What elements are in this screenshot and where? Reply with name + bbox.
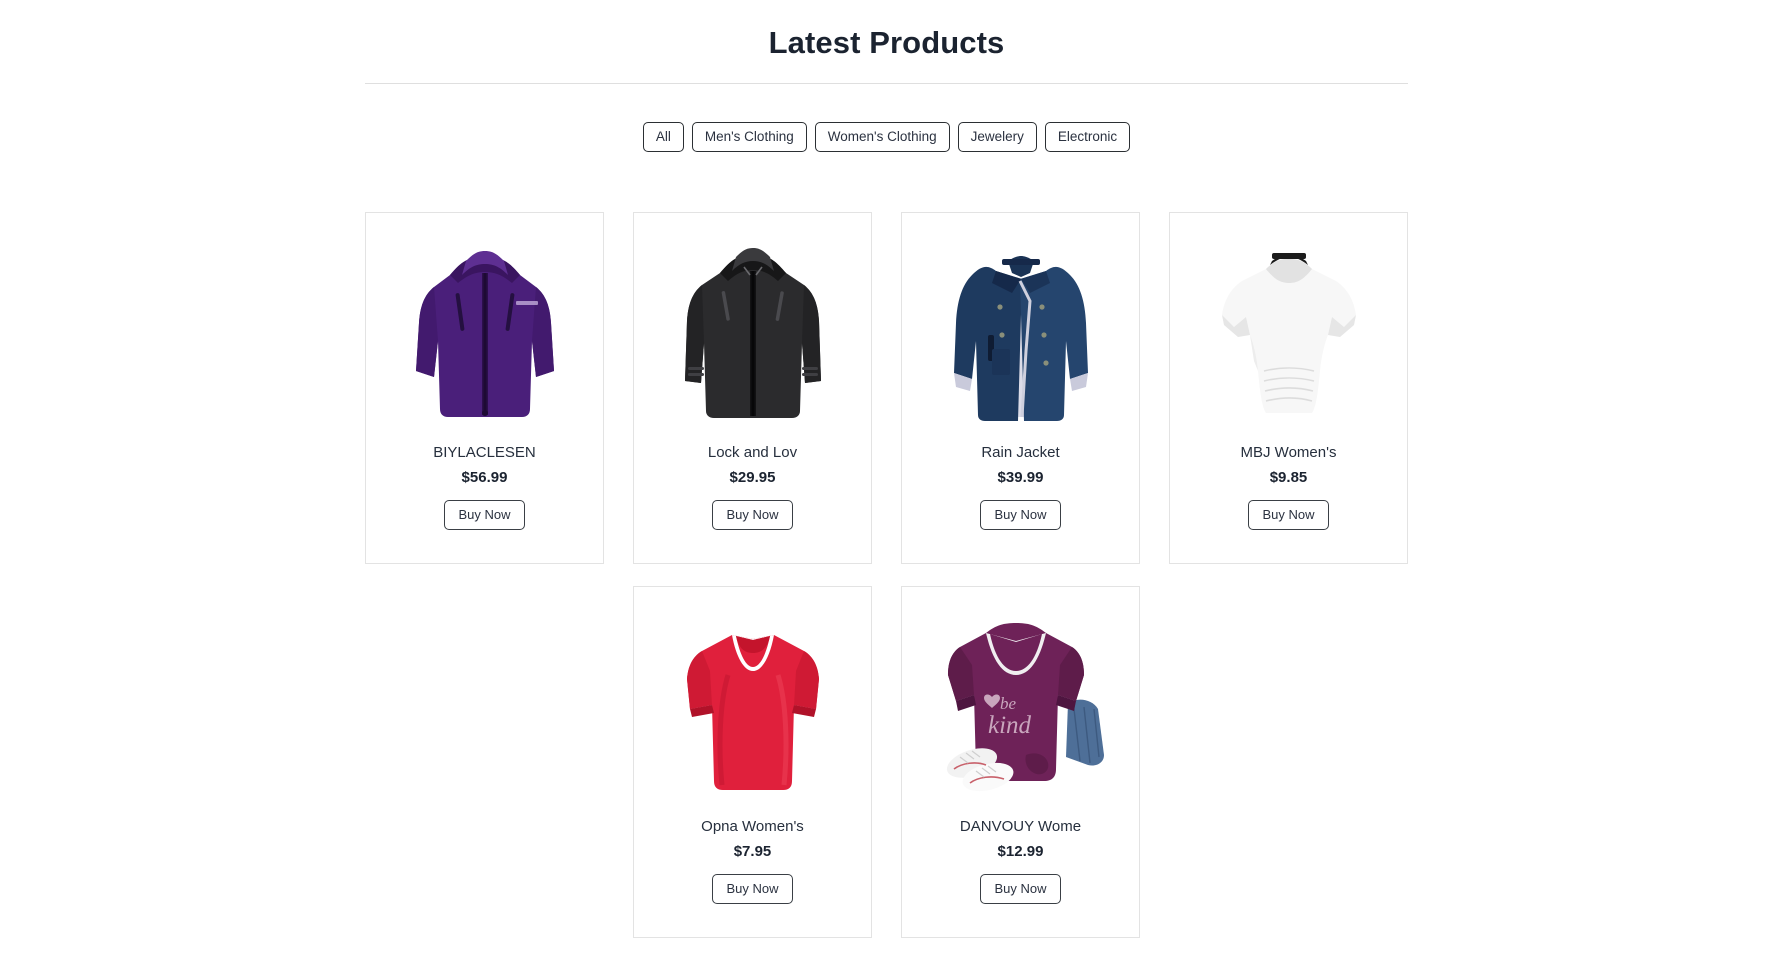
buy-now-button[interactable]: Buy Now xyxy=(1248,499,1329,530)
product-grid: BIYLACLESEN $56.99 Buy Now Lock and Lov … xyxy=(365,212,1408,939)
svg-text:kind: kind xyxy=(988,712,1032,739)
product-title: Lock and Lov xyxy=(707,444,798,462)
buy-now-button[interactable]: Buy Now xyxy=(712,499,793,530)
product-card[interactable]: Lock and Lov $29.95 Buy Now xyxy=(633,212,872,565)
page-title: Latest Products xyxy=(768,25,1005,60)
product-image-black-leather-jacket xyxy=(658,231,848,431)
product-image-red-vneck-tshirt xyxy=(658,605,848,805)
product-title: Rain Jacket xyxy=(981,444,1060,462)
svg-text:be: be xyxy=(1000,694,1017,713)
product-card[interactable]: Opna Women's $7.95 Buy Now xyxy=(633,586,872,939)
product-image-navy-open-jacket xyxy=(926,231,1116,431)
filter-all[interactable]: All xyxy=(642,121,684,153)
product-price: $9.85 xyxy=(1269,468,1308,486)
filter-mens-clothing[interactable]: Men's Clothing xyxy=(691,121,807,153)
product-card[interactable]: be kind DANVOUY Wome $12.99 Buy Now xyxy=(901,586,1140,939)
filter-electronic[interactable]: Electronic xyxy=(1044,121,1131,153)
product-image-purple-hooded-jacket xyxy=(390,231,580,431)
product-price: $39.99 xyxy=(997,468,1044,486)
filter-jewelery[interactable]: Jewelery xyxy=(957,121,1037,153)
buy-now-button[interactable]: Buy Now xyxy=(712,873,793,904)
product-price: $56.99 xyxy=(461,468,508,486)
product-card[interactable]: Rain Jacket $39.99 Buy Now xyxy=(901,212,1140,565)
product-title: BIYLACLESEN xyxy=(433,444,536,462)
product-title: Opna Women's xyxy=(701,818,804,836)
category-filter-bar: All Men's Clothing Women's Clothing Jewe… xyxy=(0,121,1773,153)
product-title: DANVOUY Wome xyxy=(959,818,1082,836)
page-header: Latest Products xyxy=(0,0,1773,84)
buy-now-button[interactable]: Buy Now xyxy=(980,873,1061,904)
product-card[interactable]: BIYLACLESEN $56.99 Buy Now xyxy=(365,212,604,565)
product-image-white-dolman-top xyxy=(1194,231,1384,431)
product-card[interactable]: MBJ Women's $9.85 Buy Now xyxy=(1169,212,1408,565)
title-divider xyxy=(365,82,1408,84)
product-price: $12.99 xyxy=(997,842,1044,860)
product-price: $7.95 xyxy=(733,842,772,860)
product-title: MBJ Women's xyxy=(1240,444,1337,462)
filter-womens-clothing[interactable]: Women's Clothing xyxy=(814,121,950,153)
product-price: $29.95 xyxy=(729,468,776,486)
product-listing-page: Latest Products All Men's Clothing Women… xyxy=(0,0,1773,956)
buy-now-button[interactable]: Buy Now xyxy=(444,499,525,530)
buy-now-button[interactable]: Buy Now xyxy=(980,499,1061,530)
product-image-purple-be-kind-tshirt: be kind xyxy=(926,605,1116,805)
